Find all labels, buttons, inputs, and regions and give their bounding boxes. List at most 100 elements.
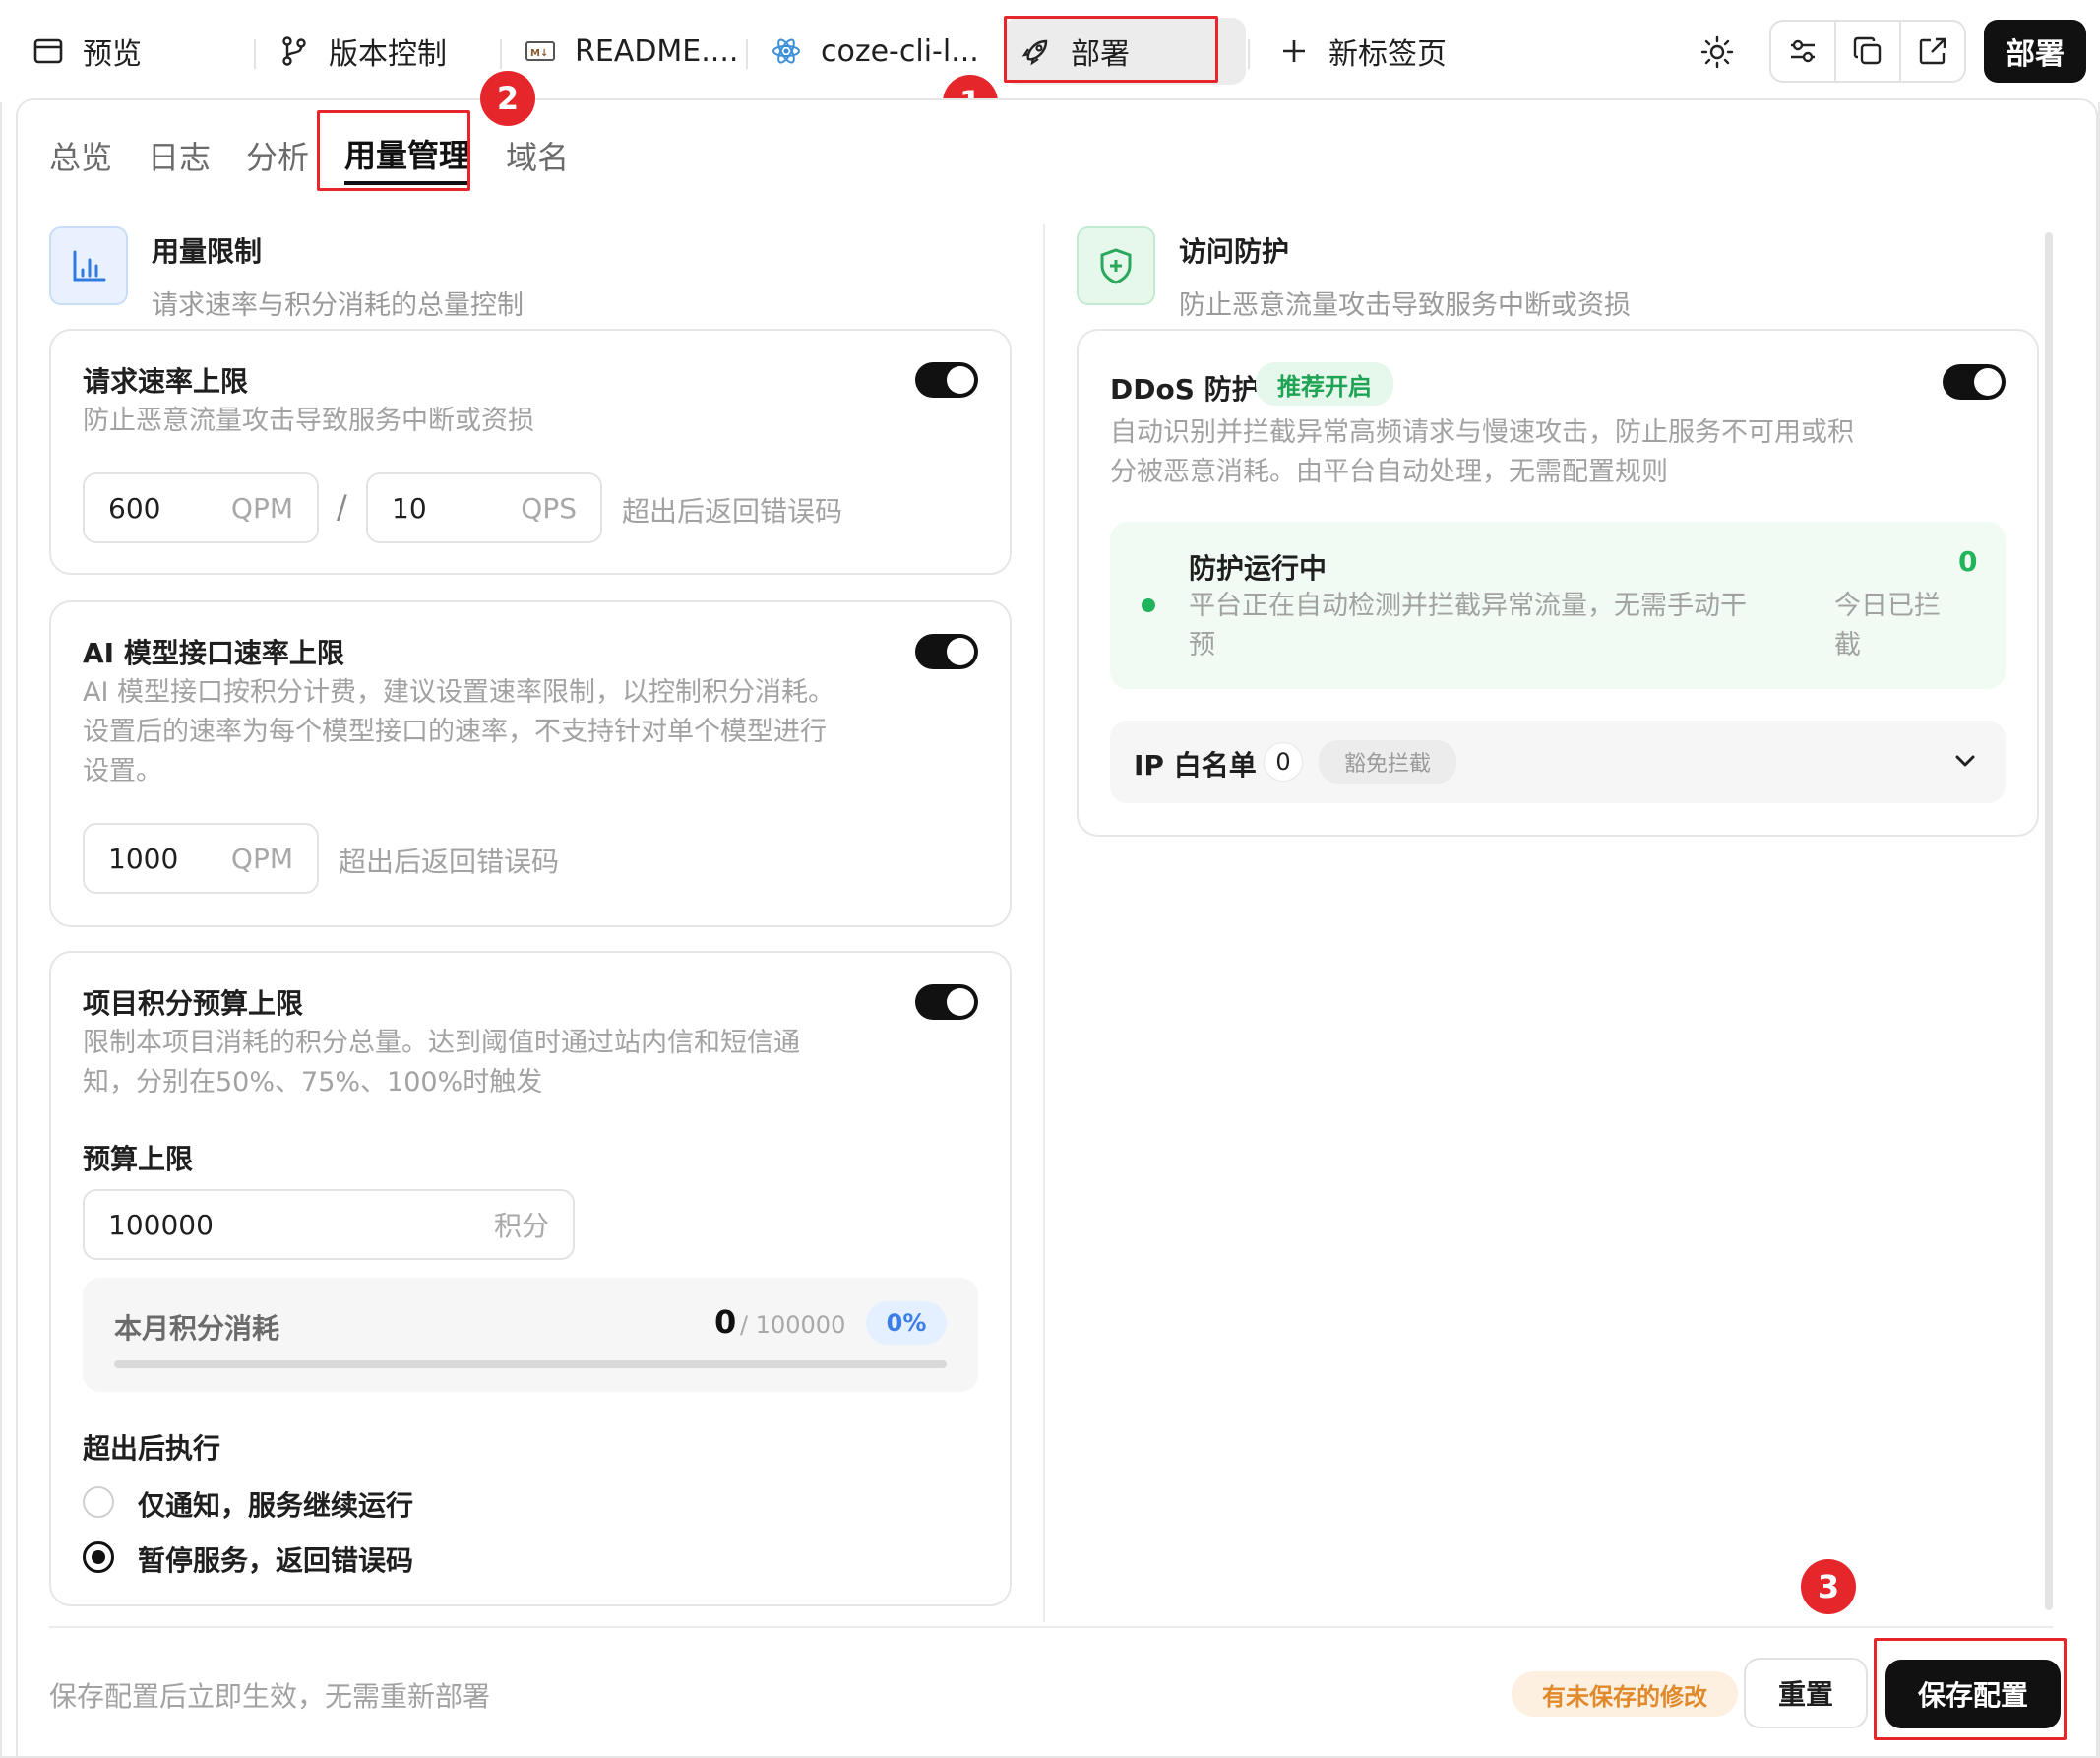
input-unit: 积分	[493, 1210, 549, 1242]
input-value: 10	[392, 491, 427, 525]
tab-deploy[interactable]: 部署	[1004, 18, 1246, 85]
radio-pause-service[interactable]	[83, 1541, 114, 1573]
card-title: AI 模型接口速率上限	[83, 637, 344, 669]
tab-divider	[746, 39, 748, 69]
ai-qpm-input[interactable]: 1000 QPM	[83, 823, 319, 894]
scrollbar[interactable]	[2045, 232, 2053, 1610]
section-desc: 请求速率与积分消耗的总量控制	[152, 290, 524, 321]
external-link-icon[interactable]	[1901, 22, 1964, 81]
tab-divider	[1248, 39, 1250, 69]
budget-toggle[interactable]	[915, 984, 978, 1020]
toolbar-icon-group	[1769, 20, 1966, 83]
section-title: 访问防护	[1179, 235, 1290, 268]
tab-label: 部署	[1071, 37, 1130, 72]
card-desc: 防止恶意流量攻击导致服务中断或资损	[83, 406, 534, 436]
chevron-down-icon[interactable]	[1952, 748, 1978, 778]
column-divider	[1043, 224, 1045, 1622]
section-desc: 防止恶意流量攻击导致服务中断或资损	[1179, 290, 1631, 321]
subtab-usage-management[interactable]: 用量管理	[344, 126, 471, 185]
radio-notify-only[interactable]	[83, 1486, 114, 1518]
card-desc: 限制本项目消耗的积分总量。达到阈值时通过站内信和短信通 知，分别在50%、75%…	[83, 1028, 800, 1098]
recommended-badge: 推荐开启	[1256, 362, 1393, 406]
status-title: 防护运行中	[1189, 552, 1328, 585]
input-unit: QPS	[521, 491, 577, 525]
blocked-count: 0	[1958, 545, 1978, 578]
radio-label: 暂停服务，返回错误码	[138, 1544, 414, 1577]
card-title: 项目积分预算上限	[83, 987, 304, 1020]
subtab-overview[interactable]: 总览	[49, 126, 112, 185]
tab-divider	[500, 39, 502, 69]
annotation-badge-2: 2	[480, 71, 535, 126]
card-desc: 自动识别并拦截异常高频请求与慢速攻击，防止服务不可用或积 分被恶意消耗。由平台自…	[1110, 417, 1854, 487]
hint-text: 超出后返回错误码	[339, 846, 560, 878]
exempt-badge: 豁免拦截	[1319, 740, 1456, 784]
plus-icon	[1277, 34, 1311, 68]
unsaved-changes-badge: 有未保存的修改	[1512, 1671, 1738, 1717]
qpm-input[interactable]: 600 QPM	[83, 472, 319, 543]
tab-preview[interactable]: 预览	[16, 18, 242, 85]
budget-limit-input[interactable]: 100000 积分	[83, 1189, 575, 1260]
exceed-action-label: 超出后执行	[83, 1432, 221, 1465]
whitelist-title: IP 白名单	[1134, 749, 1257, 782]
status-dot	[1142, 598, 1155, 612]
input-value: 1000	[108, 842, 179, 875]
subtab-analytics[interactable]: 分析	[246, 126, 309, 185]
sun-icon[interactable]	[1695, 30, 1740, 75]
react-atom-icon	[770, 34, 803, 68]
input-value: 600	[108, 491, 161, 525]
deploy-button[interactable]: 部署	[1984, 20, 2086, 83]
tab-label: 版本控制	[329, 37, 447, 72]
usage-progress-bar	[114, 1360, 947, 1368]
bar-chart-icon	[49, 226, 128, 305]
section-title: 用量限制	[152, 235, 263, 268]
footer-note: 保存配置后立即生效，无需重新部署	[49, 1680, 491, 1713]
separator: /	[337, 488, 347, 526]
sub-tab-bar: 总览 日志 分析 用量管理 域名	[49, 126, 569, 185]
new-tab-button[interactable]: 新标签页	[1262, 18, 1488, 85]
budget-limit-label: 预算上限	[83, 1143, 194, 1175]
svg-text:M↓: M↓	[530, 48, 548, 59]
annotation-badge-3: 3	[1801, 1559, 1856, 1614]
card-desc: AI 模型接口按积分计费，建议设置速率限制，以控制积分消耗。 设置后的速率为每个…	[83, 677, 835, 786]
reset-button[interactable]: 重置	[1744, 1658, 1868, 1728]
git-branch-icon	[278, 34, 311, 68]
usage-limit-header: 用量限制 请求速率与积分消耗的总量控制	[49, 226, 524, 322]
tab-label: coze-cli-l...	[821, 33, 979, 69]
settings-sliders-icon[interactable]	[1771, 22, 1836, 81]
save-config-button[interactable]: 保存配置	[1885, 1660, 2061, 1728]
top-tab-bar: 预览 版本控制 M↓ README.... coze-cli-l... 部署 新…	[0, 0, 2100, 102]
ddos-toggle[interactable]	[1943, 364, 2006, 400]
subtab-logs[interactable]: 日志	[148, 126, 211, 185]
radio-label: 仅通知，服务继续运行	[138, 1489, 414, 1522]
tab-label: 新标签页	[1328, 37, 1447, 72]
markdown-icon: M↓	[524, 34, 557, 68]
ai-rate-toggle[interactable]	[915, 634, 978, 669]
input-unit: QPM	[230, 491, 293, 525]
qps-input[interactable]: 10 QPS	[366, 472, 602, 543]
usage-used-value: 0	[714, 1303, 737, 1341]
usage-percent-badge: 0%	[866, 1301, 947, 1345]
blocked-label: 今日已拦 截	[1834, 591, 1941, 660]
tab-divider	[254, 39, 256, 69]
monthly-usage-label: 本月积分消耗	[114, 1312, 280, 1345]
tab-label: README....	[575, 33, 739, 69]
protection-header: 访问防护 防止恶意流量攻击导致服务中断或资损	[1077, 226, 1631, 322]
tab-version-control[interactable]: 版本控制	[262, 18, 488, 85]
browser-window-icon	[31, 34, 65, 68]
request-rate-toggle[interactable]	[915, 362, 978, 398]
card-title: 请求速率上限	[83, 365, 249, 398]
footer-divider	[49, 1626, 2053, 1628]
tab-coze-cli[interactable]: coze-cli-l...	[754, 18, 990, 85]
tab-label: 预览	[83, 37, 142, 72]
tab-readme[interactable]: M↓ README....	[508, 18, 744, 85]
hint-text: 超出后返回错误码	[622, 495, 843, 528]
subtab-domain[interactable]: 域名	[506, 126, 569, 185]
shield-plus-icon	[1077, 226, 1155, 305]
input-unit: QPM	[230, 842, 293, 875]
card-title: DDoS 防护	[1110, 373, 1260, 406]
usage-total-value: / 100000	[740, 1311, 846, 1339]
input-value: 100000	[108, 1208, 214, 1241]
copy-icon[interactable]	[1836, 22, 1901, 81]
whitelist-count: 0	[1264, 742, 1303, 782]
rocket-icon	[1019, 34, 1053, 68]
